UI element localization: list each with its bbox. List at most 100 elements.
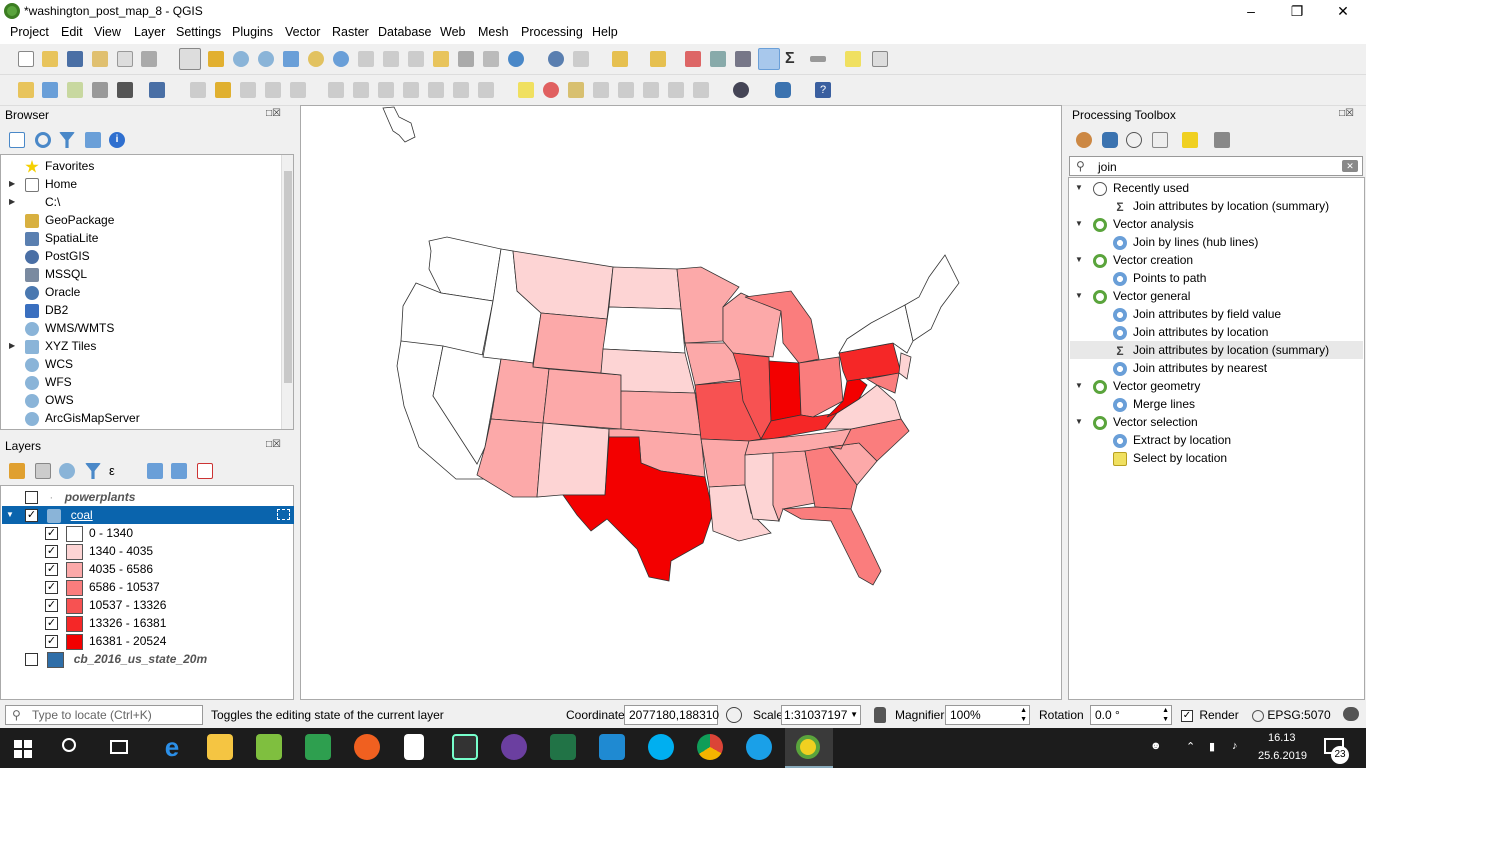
statistical-summary-icon[interactable]: Σ xyxy=(785,51,801,67)
layout-manager-icon[interactable] xyxy=(141,51,157,67)
people-icon[interactable]: ☻ xyxy=(1150,740,1162,752)
add-vector-layer-icon[interactable] xyxy=(67,82,83,98)
render-check[interactable]: ✓ xyxy=(1181,709,1193,722)
run-action-icon[interactable] xyxy=(573,51,589,67)
legend-class-row[interactable]: ✓ 4035 - 6586 xyxy=(45,560,153,578)
collapse-arrow-icon[interactable]: ▼ xyxy=(1075,287,1083,305)
menu-processing[interactable]: Processing xyxy=(521,25,583,39)
collapse-arrow-icon[interactable]: ▼ xyxy=(1075,251,1083,269)
add-virtual-layer-icon[interactable] xyxy=(149,82,165,98)
add-selected-layers-icon[interactable] xyxy=(9,132,25,148)
refresh-browser-icon[interactable] xyxy=(35,132,51,148)
identify-features-icon[interactable] xyxy=(548,51,564,67)
menu-web[interactable]: Web xyxy=(440,25,465,39)
layer-cb-2016-us-state-20m[interactable]: cb_2016_us_state_20m xyxy=(25,650,207,668)
collapse-all-icon[interactable] xyxy=(85,132,101,148)
browser-item-c-drive[interactable]: C:\ xyxy=(25,193,60,211)
data-source-manager-icon[interactable] xyxy=(18,82,34,98)
lock-icon[interactable] xyxy=(874,707,886,723)
edge-icon[interactable]: e xyxy=(159,734,185,760)
scrollbar-thumb[interactable] xyxy=(284,171,292,383)
class-visibility-checkbox[interactable]: ✓ xyxy=(45,599,58,613)
menu-settings[interactable]: Settings xyxy=(176,25,221,39)
pin-labels-icon[interactable] xyxy=(593,82,609,98)
filter-legend-icon[interactable] xyxy=(85,463,101,479)
redo-icon[interactable] xyxy=(478,82,494,98)
show-hide-labels-icon[interactable] xyxy=(618,82,634,98)
toolbox-search-input[interactable]: ⚲ join ✕ xyxy=(1069,156,1363,176)
project-icon[interactable] xyxy=(550,734,576,760)
copy-features-icon[interactable] xyxy=(403,82,419,98)
new-temporary-layer-icon[interactable] xyxy=(117,82,133,98)
chevron-down-icon[interactable]: ▼ xyxy=(850,706,858,724)
toolbox-algorithm[interactable]: Join attributes by location xyxy=(1113,323,1268,341)
pan-to-selection-icon[interactable] xyxy=(208,51,224,67)
toolbox-group[interactable]: Vector selection xyxy=(1093,413,1198,431)
spinner-icon[interactable]: ▲ ▼ xyxy=(1020,706,1027,724)
layer-powerplants[interactable]: · powerplants xyxy=(25,488,135,506)
terminal-icon[interactable] xyxy=(452,734,478,760)
paste-features-icon[interactable] xyxy=(428,82,444,98)
browser-item-favorites[interactable]: Favorites xyxy=(25,157,94,175)
browser-item-spatialite[interactable]: SpatiaLite xyxy=(25,229,98,247)
task-view-icon[interactable] xyxy=(110,740,128,754)
browser-item-geopackage[interactable]: GeoPackage xyxy=(25,211,114,229)
select-by-expression-icon[interactable] xyxy=(650,51,666,67)
add-group-icon[interactable] xyxy=(35,463,51,479)
toolbox-group[interactable]: Vector creation xyxy=(1093,251,1193,269)
toolbox-group[interactable]: Vector geometry xyxy=(1093,377,1200,395)
legend-class-row[interactable]: ✓ 0 - 1340 xyxy=(45,524,133,542)
toolbox-algorithm[interactable]: Σ Join attributes by location (summary) xyxy=(1113,197,1329,215)
rotation-field[interactable]: 0.0 ° ▲ ▼ xyxy=(1090,705,1172,725)
menu-database[interactable]: Database xyxy=(378,25,432,39)
save-edits-icon[interactable] xyxy=(240,82,256,98)
style-layer-icon[interactable] xyxy=(9,463,25,479)
collapse-arrow-icon[interactable]: ▼ xyxy=(6,506,14,524)
magnifier-field[interactable]: 100% ▲ ▼ xyxy=(945,705,1030,725)
zoom-next-icon[interactable] xyxy=(408,51,424,67)
new-geopackage-layer-icon[interactable] xyxy=(42,82,58,98)
collapse-all-icon[interactable] xyxy=(171,463,187,479)
menu-mesh[interactable]: Mesh xyxy=(478,25,509,39)
expand-arrow-icon[interactable]: ▶ xyxy=(9,337,15,355)
undo-icon[interactable] xyxy=(453,82,469,98)
pan-map-icon[interactable] xyxy=(179,48,201,70)
legend-class-row[interactable]: ✓ 6586 - 10537 xyxy=(45,578,160,596)
battery-icon[interactable]: ▮ xyxy=(1209,740,1215,753)
zoom-last-icon[interactable] xyxy=(383,51,399,67)
class-visibility-checkbox[interactable]: ✓ xyxy=(45,545,58,559)
scripts-icon[interactable] xyxy=(1102,132,1118,148)
app-icon[interactable] xyxy=(305,734,331,760)
scale-field[interactable]: 1:31037197 ▼ xyxy=(781,705,861,725)
models-icon[interactable] xyxy=(1076,132,1092,148)
collapse-arrow-icon[interactable]: ▼ xyxy=(1075,413,1083,431)
vertex-tool-icon[interactable] xyxy=(290,82,306,98)
menu-layer[interactable]: Layer xyxy=(134,25,165,39)
toolbox-algorithm[interactable]: Select by location xyxy=(1113,449,1227,467)
cut-features-icon[interactable] xyxy=(378,82,394,98)
select-features-icon[interactable] xyxy=(612,51,628,67)
new-map-view-icon[interactable] xyxy=(433,51,449,67)
label-tool-icon[interactable] xyxy=(518,82,534,98)
highlight-labels-icon[interactable] xyxy=(568,82,584,98)
save-project-icon[interactable] xyxy=(67,51,83,67)
file-explorer-icon[interactable] xyxy=(207,734,233,760)
menu-project[interactable]: Project xyxy=(10,25,49,39)
browser-item-home[interactable]: Home xyxy=(25,175,77,193)
show-bookmarks-icon[interactable] xyxy=(483,51,499,67)
zoom-to-selection-icon[interactable] xyxy=(308,51,324,67)
help-icon[interactable]: ? xyxy=(815,82,831,98)
map-tips-icon[interactable] xyxy=(845,51,861,67)
toolbox-algorithm[interactable]: Merge lines xyxy=(1113,395,1195,413)
refresh-icon[interactable] xyxy=(508,51,524,67)
history-icon[interactable] xyxy=(1126,132,1142,148)
minimize-button[interactable]: – xyxy=(1228,0,1274,22)
toolbox-group[interactable]: Recently used xyxy=(1093,179,1189,197)
map-canvas[interactable] xyxy=(300,105,1062,700)
browser-item-wfs[interactable]: WFS xyxy=(25,373,72,391)
new-project-icon[interactable] xyxy=(18,51,34,67)
current-edits-icon[interactable] xyxy=(190,82,206,98)
browser-scrollbar[interactable] xyxy=(281,155,293,429)
print-layout-icon[interactable] xyxy=(117,51,133,67)
browser-item-wms-wmts[interactable]: WMS/WMTS xyxy=(25,319,114,337)
